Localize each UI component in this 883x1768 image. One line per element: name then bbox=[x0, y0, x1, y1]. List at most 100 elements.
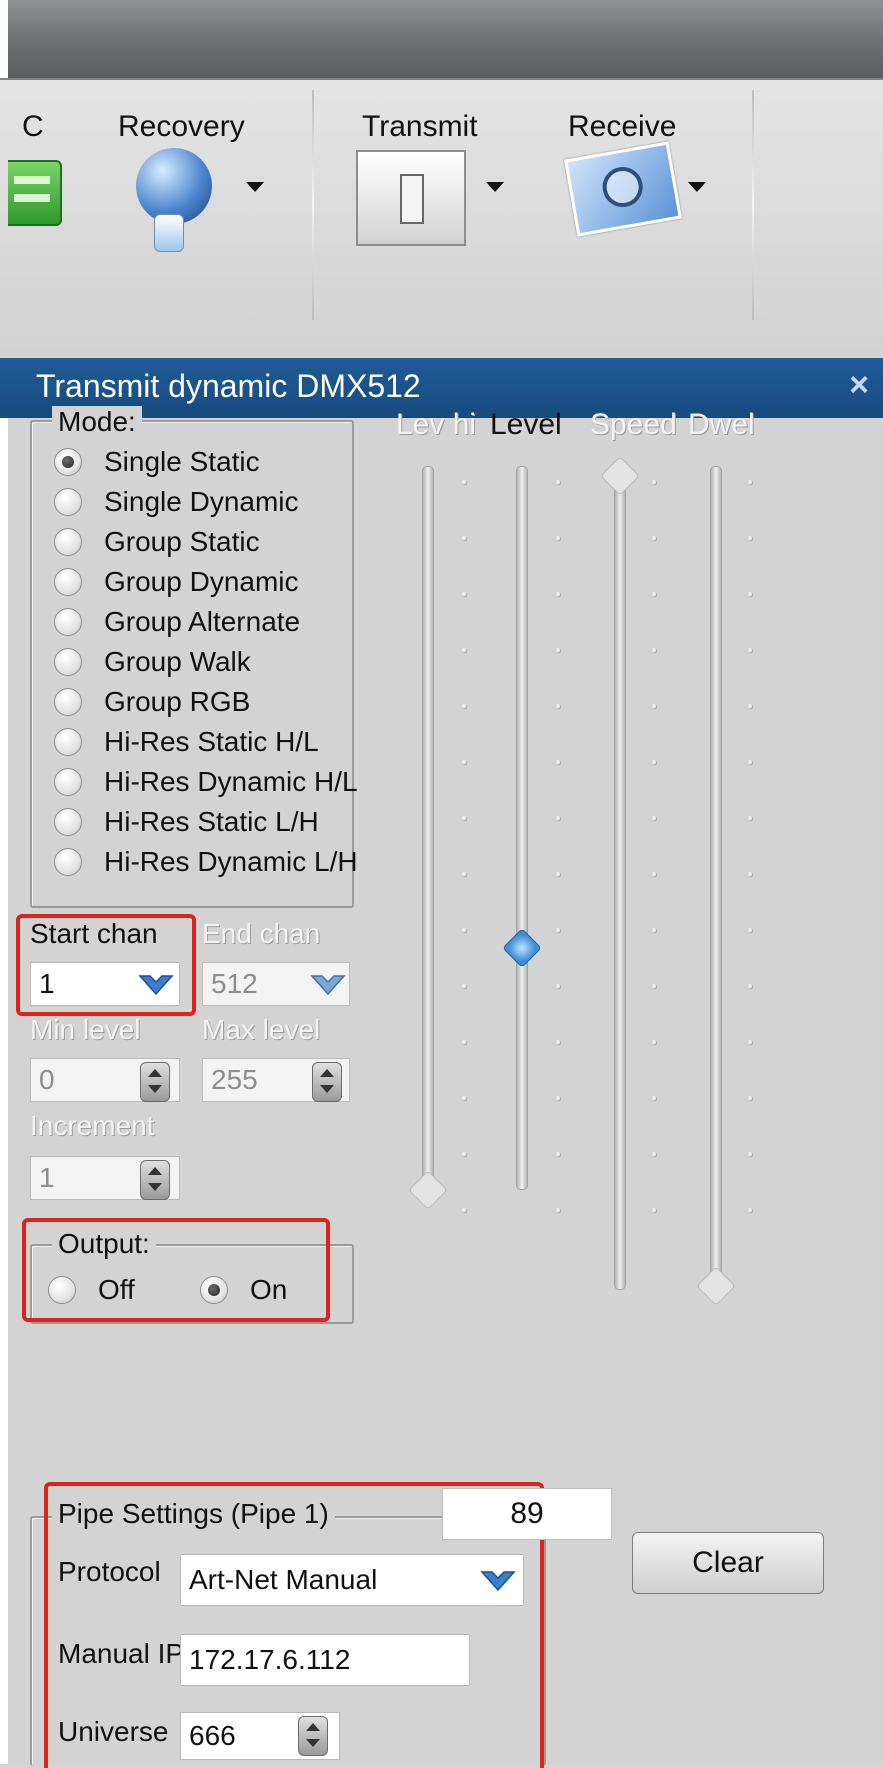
manual-ip-value: 172.17.6.112 bbox=[189, 1644, 351, 1675]
mode-option[interactable]: Group RGB bbox=[54, 680, 250, 724]
slider-tick bbox=[652, 984, 656, 988]
generator-icon[interactable] bbox=[8, 160, 62, 226]
mode-option-label: Group Static bbox=[104, 526, 260, 557]
mode-radio[interactable] bbox=[54, 488, 82, 516]
receive-monitor-icon[interactable] bbox=[564, 141, 682, 237]
mode-option[interactable]: Group Static bbox=[54, 520, 260, 564]
level-value-readout: 89 bbox=[442, 1488, 612, 1540]
protocol-dropdown-icon[interactable] bbox=[480, 1566, 516, 1594]
mode-option[interactable]: Group Walk bbox=[54, 640, 251, 684]
increment-stepper[interactable] bbox=[140, 1160, 170, 1200]
output-on-option[interactable]: On bbox=[200, 1268, 287, 1312]
mode-radio[interactable] bbox=[54, 448, 82, 476]
ribbon-toolbar: C Recovery Transmit Receive bbox=[0, 80, 883, 358]
transmit-label: Transmit bbox=[362, 110, 478, 143]
level-slider-track[interactable] bbox=[516, 466, 528, 1190]
slider-tick bbox=[556, 480, 560, 484]
recovery-dropdown-icon[interactable] bbox=[246, 182, 264, 192]
mode-option[interactable]: Single Static bbox=[54, 440, 260, 484]
slider-tick bbox=[556, 1096, 560, 1100]
mode-option-label: Hi-Res Dynamic H/L bbox=[104, 766, 358, 797]
slider-tick bbox=[652, 1096, 656, 1100]
slider-tick bbox=[748, 928, 752, 932]
universe-label: Universe bbox=[58, 1716, 169, 1747]
mode-radio[interactable] bbox=[54, 608, 82, 636]
min-level-label: Min level bbox=[30, 1014, 141, 1045]
slider-tick bbox=[462, 816, 466, 820]
max-level-stepper[interactable] bbox=[312, 1062, 342, 1102]
slider-tick bbox=[462, 872, 466, 876]
slider-tick bbox=[556, 1040, 560, 1044]
mode-option[interactable]: Hi-Res Static L/H bbox=[54, 800, 319, 844]
slider-tick bbox=[462, 480, 466, 484]
mode-option[interactable]: Group Dynamic bbox=[54, 560, 299, 604]
mode-radio[interactable] bbox=[54, 568, 82, 596]
lev-hi-slider-track[interactable] bbox=[422, 466, 434, 1190]
slider-tick bbox=[556, 872, 560, 876]
speed-slider-track[interactable] bbox=[614, 466, 626, 1290]
mode-option-label: Group RGB bbox=[104, 686, 251, 717]
pipe-settings-legend: Pipe Settings (Pipe 1) bbox=[52, 1498, 335, 1530]
protocol-select[interactable]: Art-Net Manual bbox=[180, 1554, 524, 1606]
increment-label: Increment bbox=[30, 1110, 155, 1141]
output-on-radio[interactable] bbox=[200, 1276, 228, 1304]
mode-option[interactable]: Hi-Res Dynamic L/H bbox=[54, 840, 358, 884]
mode-option-label: Group Walk bbox=[104, 646, 251, 677]
slider-tick bbox=[748, 648, 752, 652]
mode-option[interactable]: Hi-Res Dynamic H/L bbox=[54, 760, 358, 804]
slider-tick bbox=[556, 1152, 560, 1156]
universe-stepper[interactable] bbox=[298, 1716, 328, 1756]
slider-tick bbox=[556, 928, 560, 932]
protocol-label: Protocol bbox=[58, 1556, 161, 1587]
slider-tick bbox=[462, 928, 466, 932]
output-off-radio[interactable] bbox=[48, 1276, 76, 1304]
slider-tick bbox=[748, 760, 752, 764]
clear-button[interactable]: Clear bbox=[632, 1532, 824, 1594]
panel-title: Transmit dynamic DMX512 bbox=[36, 368, 421, 404]
transmit-dropdown-icon[interactable] bbox=[486, 182, 504, 192]
mode-option[interactable]: Hi-Res Static H/L bbox=[54, 720, 319, 764]
output-on-label: On bbox=[250, 1274, 288, 1305]
slider-tick bbox=[462, 648, 466, 652]
mode-radio[interactable] bbox=[54, 528, 82, 556]
slider-tick bbox=[556, 536, 560, 540]
mode-radio[interactable] bbox=[54, 848, 82, 876]
mode-radio[interactable] bbox=[54, 808, 82, 836]
mode-radio[interactable] bbox=[54, 728, 82, 756]
slider-tick bbox=[462, 592, 466, 596]
close-icon[interactable]: × bbox=[849, 366, 869, 405]
mode-option[interactable]: Single Dynamic bbox=[54, 480, 299, 524]
mode-radio[interactable] bbox=[54, 648, 82, 676]
dwell-label: Dwel bbox=[688, 408, 755, 441]
slider-tick bbox=[748, 1152, 752, 1156]
slider-tick bbox=[652, 592, 656, 596]
mode-option-label: Hi-Res Dynamic L/H bbox=[104, 846, 358, 877]
output-off-option[interactable]: Off bbox=[48, 1268, 135, 1312]
receive-dropdown-icon[interactable] bbox=[688, 182, 706, 192]
start-chan-dropdown-icon[interactable] bbox=[138, 970, 174, 998]
mode-option-label: Hi-Res Static H/L bbox=[104, 726, 319, 757]
slider-tick bbox=[556, 816, 560, 820]
mode-option[interactable]: Group Alternate bbox=[54, 600, 300, 644]
min-level-stepper[interactable] bbox=[140, 1062, 170, 1102]
max-level-label: Max level bbox=[202, 1014, 321, 1045]
slider-tick bbox=[556, 592, 560, 596]
slider-tick bbox=[652, 480, 656, 484]
transmit-switch-icon[interactable] bbox=[356, 150, 466, 246]
slider-tick bbox=[652, 1040, 656, 1044]
slider-tick bbox=[556, 648, 560, 652]
slider-tick bbox=[748, 536, 752, 540]
window-titlebar bbox=[0, 0, 883, 80]
slider-tick bbox=[462, 984, 466, 988]
slider-tick bbox=[462, 1208, 466, 1212]
slider-tick bbox=[652, 536, 656, 540]
end-chan-dropdown-icon[interactable] bbox=[310, 970, 346, 998]
speed-label: Speed bbox=[590, 408, 677, 441]
ribbon-separator bbox=[752, 90, 754, 320]
mode-radio[interactable] bbox=[54, 768, 82, 796]
recovery-globe-icon[interactable] bbox=[136, 148, 212, 252]
manual-ip-input[interactable]: 172.17.6.112 bbox=[180, 1634, 470, 1686]
dwell-slider-track[interactable] bbox=[710, 466, 722, 1290]
mode-radio[interactable] bbox=[54, 688, 82, 716]
slider-tick bbox=[462, 1040, 466, 1044]
